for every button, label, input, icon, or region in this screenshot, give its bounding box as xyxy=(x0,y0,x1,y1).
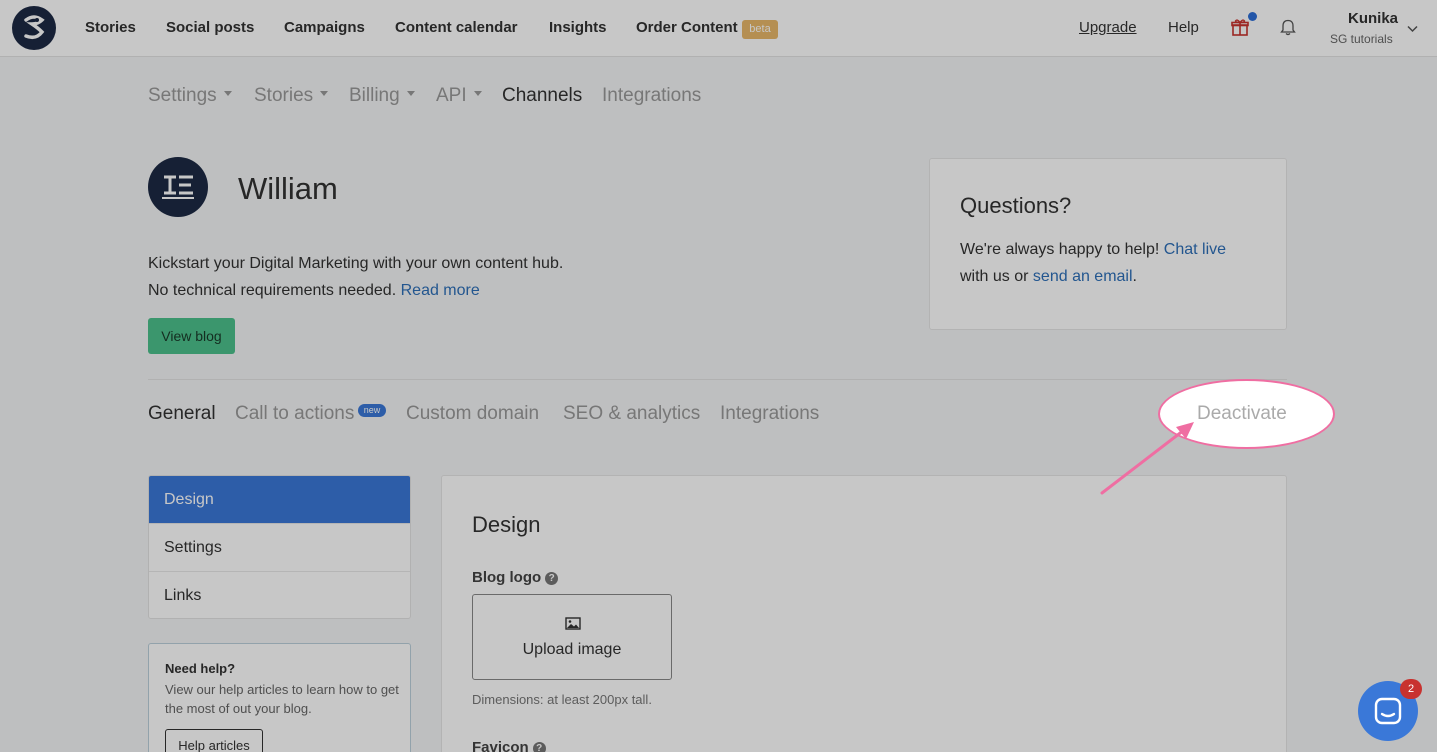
question-mark-icon[interactable]: ? xyxy=(532,742,546,752)
user-org[interactable]: SG tutorials xyxy=(1330,32,1393,46)
subnav-integrations[interactable]: Integrations xyxy=(602,85,701,107)
caret-down-icon xyxy=(320,91,329,97)
blog-title: William xyxy=(238,171,338,206)
view-blog-button[interactable]: View blog xyxy=(148,318,235,354)
tab-general[interactable]: General xyxy=(148,403,216,425)
nav-insights[interactable]: Insights xyxy=(549,19,607,36)
logo-dimensions-hint: Dimensions: at least 200px tall. xyxy=(472,692,652,707)
gift-icon[interactable] xyxy=(1231,18,1249,36)
help-articles-button[interactable]: Help articles xyxy=(165,729,263,752)
user-name[interactable]: Kunika xyxy=(1348,10,1398,27)
deactivate-link[interactable]: Deactivate xyxy=(1197,403,1287,425)
section-divider xyxy=(148,379,1287,380)
subnav-settings-label: Settings xyxy=(148,85,217,106)
new-badge: new xyxy=(358,404,386,417)
nav-social-posts[interactable]: Social posts xyxy=(166,19,254,36)
chat-unread-badge: 2 xyxy=(1400,679,1422,699)
tab-integrations[interactable]: Integrations xyxy=(720,403,819,425)
notification-dot xyxy=(1248,12,1257,21)
blog-logo-label: Blog logo? xyxy=(472,569,559,586)
blog-description-text: No technical requirements needed. xyxy=(148,282,397,299)
blog-logo-label-text: Blog logo xyxy=(472,569,542,586)
chevron-down-icon[interactable] xyxy=(1407,25,1418,33)
brand-logo-icon[interactable] xyxy=(12,6,56,50)
help-text: View our help articles to learn how to g… xyxy=(165,682,399,716)
questions-text-2: with us or xyxy=(960,268,1029,285)
nav-campaigns[interactable]: Campaigns xyxy=(284,19,365,36)
nav-order-content[interactable]: Order Content xyxy=(636,19,738,36)
subnav-settings[interactable]: Settings xyxy=(148,85,232,107)
questions-period: . xyxy=(1132,268,1137,285)
caret-down-icon xyxy=(223,91,232,97)
questions-line-1: We're always happy to help! Chat live xyxy=(960,241,1226,259)
top-nav: Stories Social posts Campaigns Content c… xyxy=(0,0,1437,57)
design-title: Design xyxy=(472,512,541,537)
send-email-link[interactable]: send an email xyxy=(1033,268,1133,285)
questions-card: Questions? We're always happy to help! C… xyxy=(929,158,1287,330)
sidemenu-item-design[interactable]: Design xyxy=(149,476,410,524)
design-side-menu: Design Settings Links xyxy=(148,475,411,619)
subnav-stories-label: Stories xyxy=(254,85,314,106)
blog-description-2: No technical requirements needed. Read m… xyxy=(148,282,480,300)
questions-title: Questions? xyxy=(960,193,1072,218)
upgrade-link[interactable]: Upgrade xyxy=(1079,19,1137,36)
subnav-api-label: API xyxy=(436,85,467,106)
upload-image-label: Upload image xyxy=(522,641,622,658)
questions-line-2: with us or send an email. xyxy=(960,268,1137,286)
favicon-label-text: Favicon xyxy=(472,739,529,752)
blog-avatar xyxy=(148,157,208,217)
nav-content-calendar[interactable]: Content calendar xyxy=(395,19,518,36)
questions-text: We're always happy to help! xyxy=(960,241,1160,258)
tab-custom-domain[interactable]: Custom domain xyxy=(406,403,539,425)
upload-image-button[interactable]: Upload image xyxy=(472,594,672,680)
read-more-link[interactable]: Read more xyxy=(401,282,480,299)
question-mark-icon[interactable]: ? xyxy=(545,572,559,585)
tab-call-to-actions[interactable]: Call to actions xyxy=(235,403,354,425)
chat-live-link[interactable]: Chat live xyxy=(1164,241,1226,258)
subnav-billing[interactable]: Billing xyxy=(349,85,415,107)
sidemenu-item-settings[interactable]: Settings xyxy=(149,524,410,572)
help-title: Need help? xyxy=(165,661,236,676)
caret-down-icon xyxy=(473,91,482,97)
favicon-label: Favicon? xyxy=(472,739,546,752)
sidemenu-item-links[interactable]: Links xyxy=(149,572,410,618)
caret-down-icon xyxy=(406,91,415,97)
chat-icon xyxy=(1374,697,1402,725)
image-icon xyxy=(565,617,581,630)
blog-description: Kickstart your Digital Marketing with yo… xyxy=(148,255,564,272)
tab-seo-analytics[interactable]: SEO & analytics xyxy=(563,403,700,425)
subnav-stories[interactable]: Stories xyxy=(254,85,329,107)
annotation-arrow-icon xyxy=(1100,422,1194,495)
nav-stories[interactable]: Stories xyxy=(85,19,136,36)
design-panel: Design Blog logo? Upload image Dimension… xyxy=(441,475,1287,752)
subnav-billing-label: Billing xyxy=(349,85,400,106)
beta-badge: beta xyxy=(742,20,778,39)
help-link[interactable]: Help xyxy=(1168,19,1199,36)
bell-icon[interactable] xyxy=(1280,19,1296,36)
help-box: Need help? View our help articles to lea… xyxy=(148,643,411,752)
subnav-api[interactable]: API xyxy=(436,85,482,107)
subnav-channels[interactable]: Channels xyxy=(502,85,582,107)
